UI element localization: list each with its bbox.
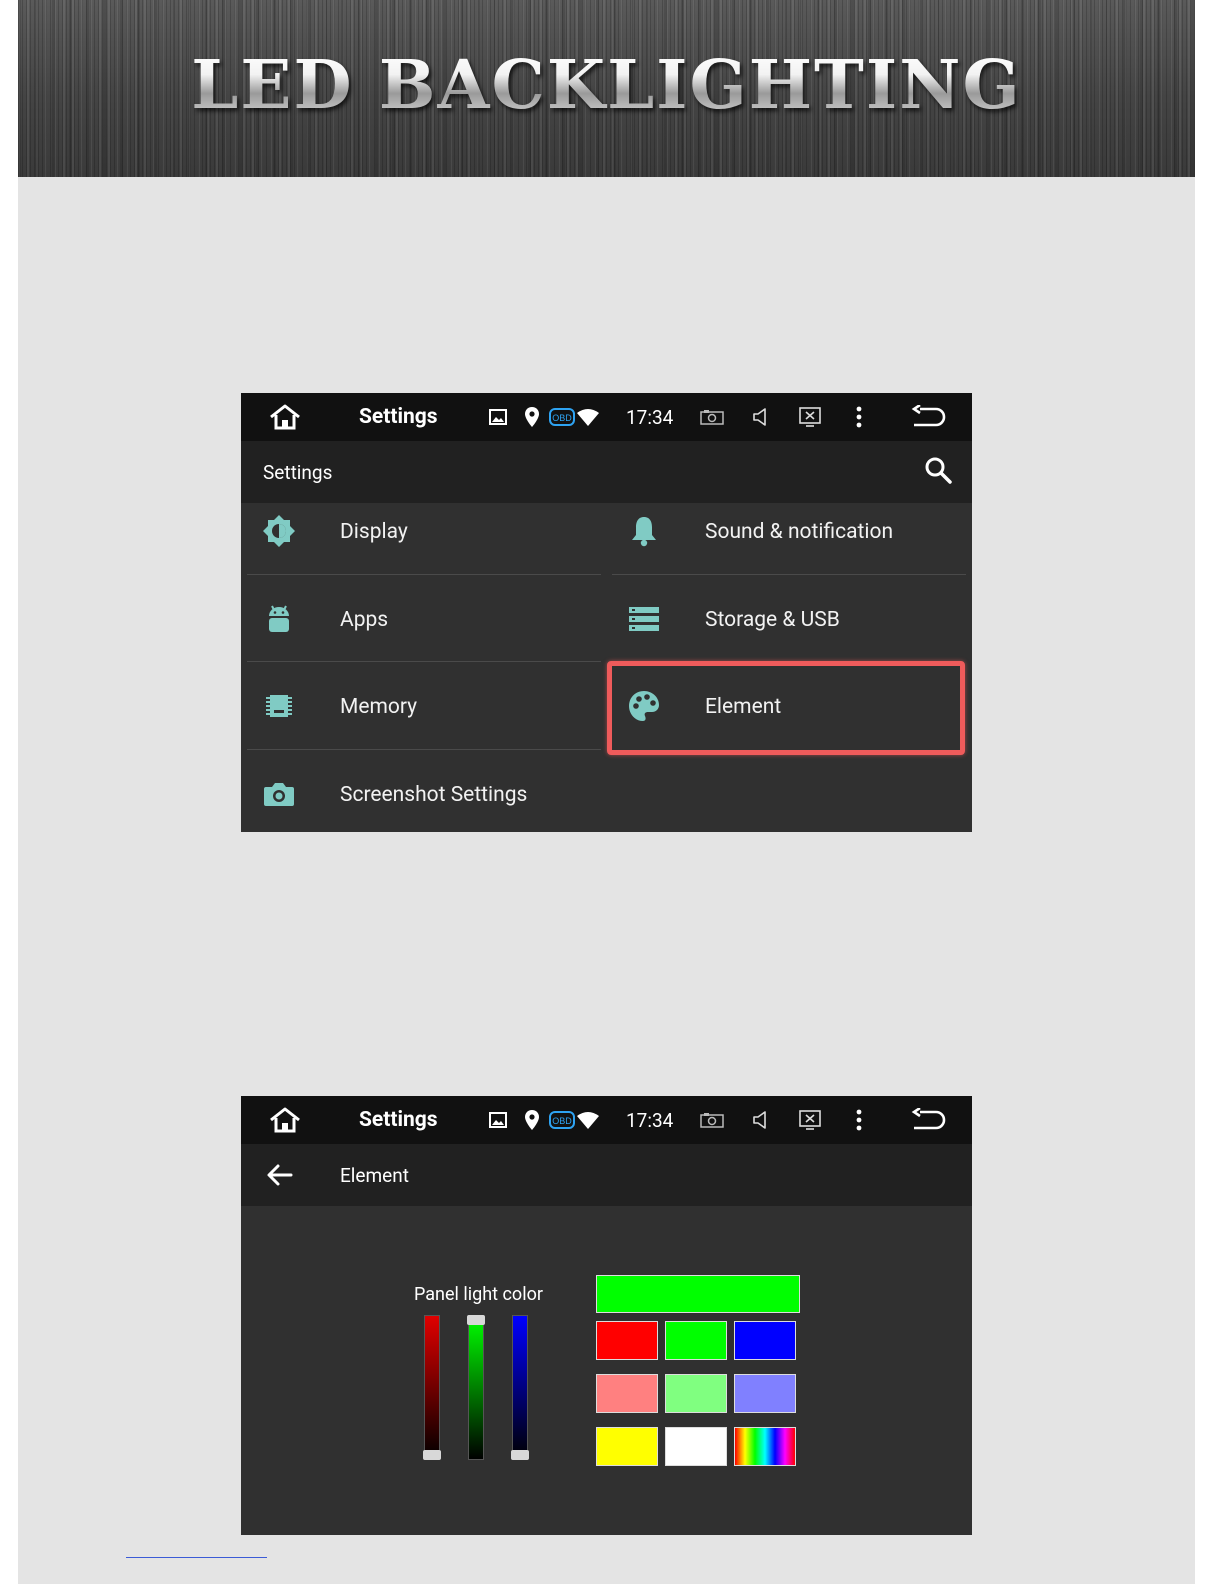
- dvr-camera-icon[interactable]: [699, 393, 725, 441]
- status-title: Settings: [359, 405, 438, 429]
- storage-icon: [624, 599, 664, 639]
- banner: LED BACKLIGHTING: [18, 0, 1195, 177]
- color-swatch-light-green[interactable]: [665, 1374, 727, 1413]
- arrow-back-icon[interactable]: [265, 1160, 295, 1190]
- element-highlight-box: [607, 661, 965, 755]
- status-title: Settings: [359, 1108, 438, 1132]
- back-icon[interactable]: [909, 1096, 947, 1144]
- settings-item-apps[interactable]: Apps: [241, 577, 606, 663]
- search-icon[interactable]: [923, 455, 953, 485]
- green-slider[interactable]: [467, 1315, 485, 1460]
- settings-item-label: Screenshot Settings: [340, 783, 528, 807]
- settings-item-screenshot[interactable]: Screenshot Settings: [241, 752, 606, 832]
- divider: [247, 749, 601, 750]
- app-bar: Element: [241, 1144, 972, 1206]
- red-slider-thumb[interactable]: [423, 1450, 441, 1460]
- settings-item-label: Sound & notification: [705, 520, 894, 544]
- obd-text: OBD: [552, 413, 572, 423]
- brightness-icon: [259, 511, 299, 551]
- element-screenshot: Settings OBD 17:34 Element Panel light c…: [241, 1096, 972, 1535]
- blue-slider-track: [512, 1315, 528, 1460]
- android-icon: [259, 599, 299, 639]
- memory-chip-icon: [259, 686, 299, 726]
- home-icon[interactable]: [267, 1096, 303, 1144]
- color-preview: [596, 1275, 800, 1313]
- location-pin-icon: [524, 393, 540, 441]
- status-bar: Settings OBD 17:34: [241, 1096, 972, 1144]
- status-time: 17:34: [626, 1108, 674, 1132]
- color-swatch-white[interactable]: [665, 1427, 727, 1466]
- divider: [247, 661, 601, 662]
- color-swatch-red[interactable]: [596, 1321, 658, 1360]
- settings-item-label: Storage & USB: [705, 608, 840, 632]
- settings-screenshot: Settings OBD 17:34 Settings Display Soun…: [241, 393, 972, 832]
- blue-slider-thumb[interactable]: [511, 1450, 529, 1460]
- home-icon[interactable]: [267, 393, 303, 441]
- settings-item-label: Display: [340, 520, 408, 544]
- divider: [612, 574, 966, 575]
- back-icon[interactable]: [909, 393, 947, 441]
- obd-icon: OBD: [548, 393, 576, 441]
- screen-off-icon[interactable]: [798, 1096, 822, 1144]
- volume-icon[interactable]: [751, 1096, 771, 1144]
- wifi-icon: [577, 1096, 599, 1144]
- bottom-link-underline[interactable]: [126, 1557, 267, 1558]
- color-swatch-light-red[interactable]: [596, 1374, 658, 1413]
- color-swatch-rainbow[interactable]: [734, 1427, 796, 1466]
- settings-item-display[interactable]: Display: [241, 489, 606, 575]
- location-pin-icon: [524, 1096, 540, 1144]
- panel-light-color-label: Panel light color: [414, 1284, 543, 1305]
- more-vert-icon[interactable]: [851, 393, 867, 441]
- image-icon: [488, 1096, 508, 1144]
- red-slider[interactable]: [423, 1315, 441, 1460]
- settings-item-label: Apps: [340, 608, 389, 632]
- image-icon: [488, 393, 508, 441]
- color-swatch-blue[interactable]: [734, 1321, 796, 1360]
- divider: [247, 574, 601, 575]
- green-slider-track: [468, 1315, 484, 1460]
- color-swatch-yellow[interactable]: [596, 1427, 658, 1466]
- obd-icon: OBD: [548, 1096, 576, 1144]
- wifi-icon: [577, 393, 599, 441]
- color-swatch-green[interactable]: [665, 1321, 727, 1360]
- status-time: 17:34: [626, 405, 674, 429]
- red-slider-track: [424, 1315, 440, 1460]
- app-bar-title: Element: [340, 1163, 409, 1187]
- green-slider-thumb[interactable]: [467, 1315, 485, 1325]
- obd-text: OBD: [552, 1116, 572, 1126]
- blue-slider[interactable]: [511, 1315, 529, 1460]
- settings-item-memory[interactable]: Memory: [241, 664, 606, 750]
- more-vert-icon[interactable]: [851, 1096, 867, 1144]
- volume-icon[interactable]: [751, 393, 771, 441]
- banner-title: LED BACKLIGHTING: [18, 50, 1195, 120]
- bell-icon: [624, 511, 664, 551]
- color-swatch-light-blue[interactable]: [734, 1374, 796, 1413]
- status-bar: Settings OBD 17:34: [241, 393, 972, 441]
- camera-icon: [259, 774, 299, 814]
- settings-item-storage[interactable]: Storage & USB: [606, 577, 972, 663]
- settings-item-label: Memory: [340, 695, 418, 719]
- screen-off-icon[interactable]: [798, 393, 822, 441]
- dvr-camera-icon[interactable]: [699, 1096, 725, 1144]
- settings-item-sound[interactable]: Sound & notification: [606, 489, 972, 575]
